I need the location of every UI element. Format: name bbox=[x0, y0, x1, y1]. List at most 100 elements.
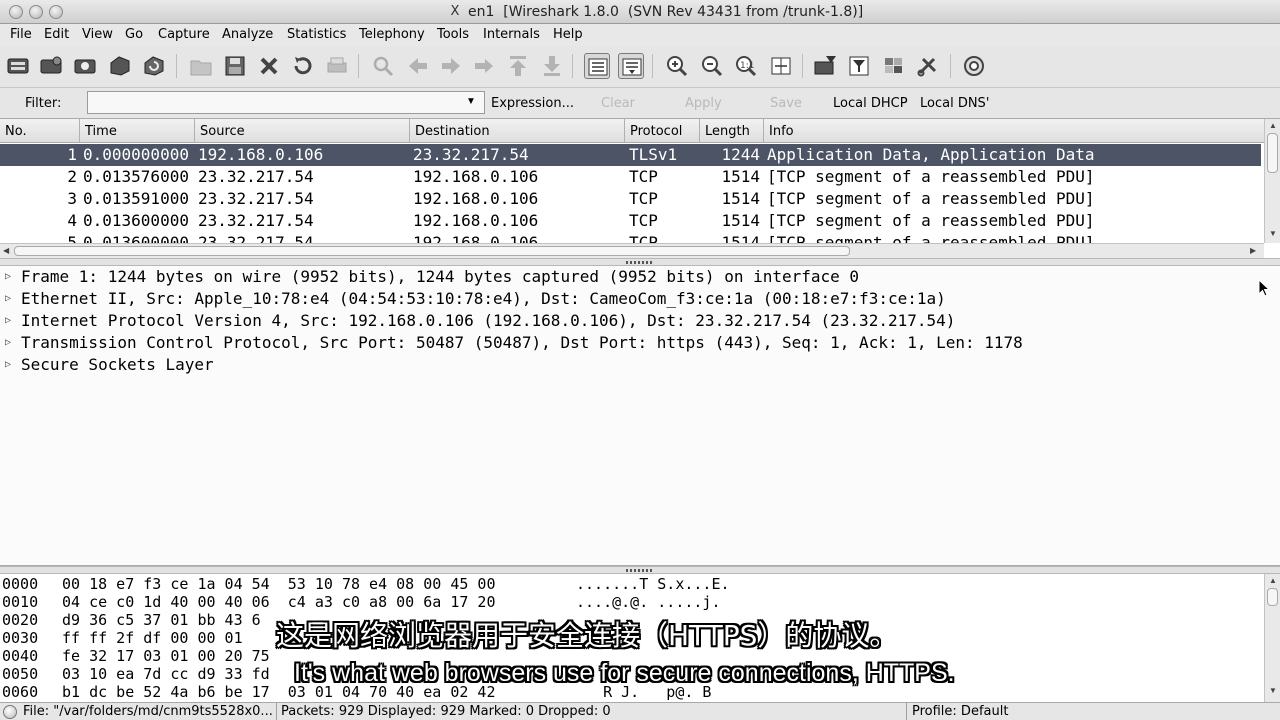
start-capture-icon[interactable] bbox=[72, 53, 98, 79]
expand-triangle-icon[interactable]: ▷ bbox=[5, 288, 21, 310]
go-back-icon[interactable] bbox=[405, 53, 431, 79]
cell-src: 23.32.217.54 bbox=[198, 211, 314, 230]
hex-bytes: 03 10 ea 7d cc d9 33 fd bbox=[62, 665, 270, 683]
cell-info: [TCP segment of a reassembled PDU] bbox=[767, 211, 1095, 230]
preferences-icon[interactable] bbox=[915, 53, 941, 79]
autoscroll-icon[interactable] bbox=[618, 53, 644, 79]
display-filters-icon[interactable] bbox=[846, 53, 872, 79]
go-forward-icon[interactable] bbox=[438, 53, 464, 79]
expand-triangle-icon[interactable]: ▷ bbox=[5, 310, 21, 332]
clear-button[interactable]: Clear bbox=[601, 96, 635, 111]
capture-filters-icon[interactable] bbox=[812, 53, 838, 79]
expand-triangle-icon[interactable]: ▷ bbox=[5, 354, 21, 376]
reload-icon[interactable] bbox=[290, 53, 316, 79]
status-bar: File: "/var/folders/md/cnm9ts5528x0... P… bbox=[0, 702, 1280, 720]
hex-bytes: 04 ce c0 1d 40 00 40 06 c4 a3 c0 a8 00 6… bbox=[62, 593, 496, 611]
cell-src: 192.168.0.106 bbox=[198, 145, 324, 164]
zoom-normal-icon[interactable]: 1:1 bbox=[733, 53, 759, 79]
minimize-window-button[interactable] bbox=[29, 5, 43, 19]
local-dhcp-button[interactable]: Local DHCP bbox=[833, 96, 908, 111]
menu-capture[interactable]: Capture bbox=[158, 27, 210, 42]
detail-row-ethernet[interactable]: ▷ Ethernet II, Src: Apple_10:78:e4 (04:54… bbox=[5, 288, 946, 310]
menu-analyze[interactable]: Analyze bbox=[222, 27, 273, 42]
pane-splitter-top[interactable] bbox=[0, 258, 1280, 266]
menu-help[interactable]: Help bbox=[553, 27, 583, 42]
capture-options-icon[interactable] bbox=[38, 53, 64, 79]
menu-tools[interactable]: Tools bbox=[437, 27, 469, 42]
save-filter-button[interactable]: Save bbox=[770, 96, 802, 111]
hex-off: 0060 bbox=[2, 683, 39, 701]
cell-proto: TCP bbox=[629, 211, 658, 230]
detail-row-ip[interactable]: ▷ Internet Protocol Version 4, Src: 192.1… bbox=[5, 310, 955, 332]
expression-button[interactable]: Expression... bbox=[491, 96, 574, 111]
detail-row-ssl[interactable]: ▷ Secure Sockets Layer bbox=[5, 354, 214, 376]
cell-len: 1514 bbox=[721, 233, 760, 243]
expert-info-icon[interactable] bbox=[3, 705, 17, 719]
menu-internals[interactable]: Internals bbox=[483, 27, 540, 42]
packet-row[interactable]: 5 0.013600000 23.32.217.54 192.168.0.106 TCP… bbox=[0, 232, 1261, 243]
zoom-window-button[interactable] bbox=[49, 5, 63, 19]
menu-statistics[interactable]: Statistics bbox=[287, 27, 346, 42]
expand-triangle-icon[interactable]: ▷ bbox=[5, 332, 21, 354]
zoom-out-icon[interactable] bbox=[699, 53, 725, 79]
menu-telephony[interactable]: Telephony bbox=[359, 27, 425, 42]
pane-splitter-bottom[interactable] bbox=[0, 566, 1280, 574]
status-profile[interactable]: Profile: Default bbox=[912, 704, 1272, 719]
find-packet-icon[interactable] bbox=[370, 53, 396, 79]
print-icon[interactable] bbox=[324, 53, 350, 79]
help-icon[interactable] bbox=[961, 53, 987, 79]
display-filter-input[interactable] bbox=[87, 91, 485, 114]
cell-info: Application Data, Application Data bbox=[767, 145, 1095, 164]
hex-ascii: ....@.@. .....j. bbox=[576, 593, 730, 611]
close-window-button[interactable] bbox=[9, 5, 23, 19]
menu-view[interactable]: View bbox=[82, 27, 113, 42]
cell-dst: 23.32.217.54 bbox=[413, 145, 529, 164]
subtitle-chinese: 这是网络浏览器用于安全连接（HTTPS）的协议。 bbox=[276, 619, 898, 652]
hex-off: 0000 bbox=[2, 575, 39, 593]
bytes-vertical-scrollbar[interactable]: ▲ ▼ bbox=[1264, 574, 1280, 702]
interface-list-icon[interactable] bbox=[5, 53, 31, 79]
packet-row[interactable]: 3 0.013591000 23.32.217.54 192.168.0.106 TCP… bbox=[0, 188, 1261, 210]
cell-len: 1514 bbox=[721, 189, 760, 208]
cell-time: 0.013591000 bbox=[83, 189, 189, 208]
colorize-icon[interactable] bbox=[584, 53, 610, 79]
coloring-rules-icon[interactable] bbox=[881, 53, 907, 79]
menu-go[interactable]: Go bbox=[125, 27, 143, 42]
cell-info: [TCP segment of a reassembled PDU] bbox=[767, 167, 1095, 186]
stop-capture-icon[interactable] bbox=[107, 53, 133, 79]
cell-no: 5 bbox=[67, 233, 77, 243]
menu-file[interactable]: File bbox=[10, 27, 32, 42]
restart-capture-icon[interactable] bbox=[141, 53, 167, 79]
close-file-icon[interactable] bbox=[256, 53, 282, 79]
filter-dropdown-icon[interactable]: ▼ bbox=[463, 95, 479, 109]
save-file-icon[interactable] bbox=[222, 53, 248, 79]
x11-icon: X bbox=[450, 4, 460, 19]
cell-dst: 192.168.0.106 bbox=[413, 211, 539, 230]
hex-row[interactable]: 0010 04 ce c0 1d 40 00 40 06 c4 a3 c0 a8 … bbox=[2, 593, 1264, 611]
cell-no: 3 bbox=[67, 189, 77, 208]
window-title: en1 [Wireshark 1.8.0 (SVN Rev 43431 from… bbox=[468, 4, 864, 20]
packet-row[interactable]: 4 0.013600000 23.32.217.54 192.168.0.106 TCP… bbox=[0, 210, 1261, 232]
go-first-icon[interactable] bbox=[505, 53, 531, 79]
hex-row[interactable]: 0000 00 18 e7 f3 ce 1a 04 54 53 10 78 e4 … bbox=[2, 575, 1264, 593]
packet-list-horizontal-scrollbar[interactable]: ◀ ▶ bbox=[0, 243, 1264, 258]
cell-proto: TCP bbox=[629, 167, 658, 186]
packet-row[interactable]: 1 0.000000000 192.168.0.106 23.32.217.54 TLS… bbox=[0, 144, 1261, 166]
cell-src: 23.32.217.54 bbox=[198, 189, 314, 208]
packet-details-pane: ▷ Frame 1: 1244 bytes on wire (9952 bits)… bbox=[0, 266, 1280, 566]
menu-edit[interactable]: Edit bbox=[44, 27, 69, 42]
resize-columns-icon[interactable] bbox=[768, 53, 794, 79]
apply-button[interactable]: Apply bbox=[685, 96, 722, 111]
packet-row[interactable]: 2 0.013576000 23.32.217.54 192.168.0.106 TCP… bbox=[0, 166, 1261, 188]
open-file-icon[interactable] bbox=[188, 53, 214, 79]
expand-triangle-icon[interactable]: ▷ bbox=[5, 266, 21, 288]
go-to-packet-icon[interactable] bbox=[471, 53, 497, 79]
local-dns-button[interactable]: Local DNS' bbox=[920, 96, 989, 111]
packet-list-vertical-scrollbar[interactable]: ▲ ▼ bbox=[1264, 119, 1280, 243]
detail-row-frame[interactable]: ▷ Frame 1: 1244 bytes on wire (9952 bits)… bbox=[5, 266, 859, 288]
go-last-icon[interactable] bbox=[539, 53, 565, 79]
subtitle-english: It's what web browsers use for secure co… bbox=[294, 659, 955, 687]
detail-row-tcp[interactable]: ▷ Transmission Control Protocol, Src Port… bbox=[5, 332, 1023, 354]
zoom-in-icon[interactable] bbox=[664, 53, 690, 79]
cell-dst: 192.168.0.106 bbox=[413, 189, 539, 208]
